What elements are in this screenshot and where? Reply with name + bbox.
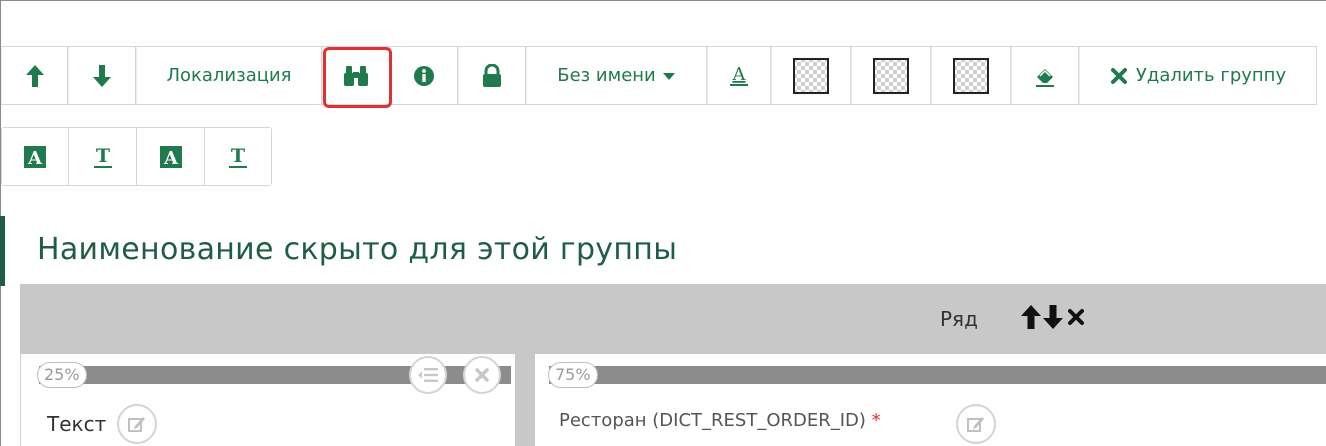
transparent-swatch-icon (953, 57, 989, 94)
column-settings-button[interactable] (409, 356, 447, 394)
eraser-icon (1036, 68, 1054, 87)
pencil-icon (128, 417, 145, 432)
required-mark: * (871, 410, 881, 431)
lock-button[interactable] (458, 47, 526, 104)
font-color-button[interactable]: A (707, 47, 771, 104)
info-button[interactable] (390, 47, 458, 104)
column-right: 75% Ресторан (DICT_REST_ORDER_ID) * (535, 354, 1326, 446)
text-underline-button-2[interactable]: T (205, 128, 271, 185)
transparent-swatch-icon (793, 57, 829, 94)
clear-format-button[interactable] (1011, 47, 1079, 104)
text-underline-icon: T (229, 145, 247, 168)
color-swatch-2[interactable] (851, 47, 931, 104)
svg-text:T: T (231, 145, 245, 167)
move-up-button[interactable] (1, 47, 68, 104)
close-icon (1110, 67, 1127, 84)
lock-icon (483, 63, 501, 87)
svg-text:T: T (95, 145, 109, 167)
row-header (20, 284, 1326, 354)
delete-group-button[interactable]: Удалить группу (1079, 47, 1317, 104)
group-accent-bar (0, 216, 5, 286)
color-swatch-3[interactable] (931, 47, 1011, 104)
text-bg-button-1[interactable]: A (2, 128, 69, 185)
localization-label: Локализация (166, 65, 292, 86)
text-underline-icon: T (93, 145, 112, 168)
name-dropdown[interactable]: Без имени (526, 47, 707, 104)
column-divider (515, 354, 535, 446)
arrow-down-icon (93, 64, 111, 87)
row-controls (1020, 304, 1086, 330)
find-button[interactable] (322, 47, 390, 104)
info-icon (414, 65, 434, 86)
delete-group-label: Удалить группу (1135, 65, 1287, 86)
close-icon (475, 368, 489, 382)
field-label-restaurant: Ресторан (DICT_REST_ORDER_ID) * (559, 410, 881, 431)
edit-field-button[interactable] (117, 404, 157, 444)
svg-text:A: A (163, 148, 179, 169)
binoculars-icon (344, 65, 368, 86)
arrow-up-icon (25, 64, 44, 87)
caret-down-icon (662, 72, 675, 80)
column-width-badge: 25% (37, 362, 87, 388)
column-remove-button[interactable] (463, 356, 501, 394)
transparent-swatch-icon (873, 57, 909, 94)
text-bg-icon: A (24, 145, 46, 169)
group-toolbar: Локализация Без имени A Удалить группу (1, 46, 1317, 105)
svg-text:A: A (27, 148, 43, 169)
pencil-icon (967, 417, 984, 432)
column-width-badge: 75% (548, 362, 598, 388)
arrow-up-icon[interactable] (1020, 304, 1042, 330)
edit-field-button[interactable] (956, 404, 996, 444)
text-bg-icon: A (159, 145, 182, 169)
row-label: Ряд (940, 307, 978, 331)
column-left: 25% Текст (20, 354, 515, 446)
move-down-button[interactable] (68, 47, 136, 104)
field-label-restaurant-text: Ресторан (DICT_REST_ORDER_ID) (559, 410, 866, 431)
text-style-toolbar: A T A T (1, 127, 272, 186)
field-label-text: Текст (47, 412, 107, 436)
close-icon[interactable] (1066, 307, 1086, 327)
font-color-icon: A (730, 64, 748, 86)
group-title: Наименование скрыто для этой группы (37, 232, 678, 267)
column-width-bar[interactable] (549, 366, 1326, 384)
color-swatch-1[interactable] (771, 47, 851, 104)
text-bg-button-2[interactable]: A (137, 128, 205, 185)
arrow-down-icon[interactable] (1042, 304, 1064, 330)
name-dropdown-label: Без имени (557, 65, 656, 86)
text-underline-button-1[interactable]: T (69, 128, 137, 185)
list-icon (418, 368, 438, 382)
localization-button[interactable]: Локализация (136, 47, 322, 104)
svg-text:A: A (732, 64, 747, 85)
